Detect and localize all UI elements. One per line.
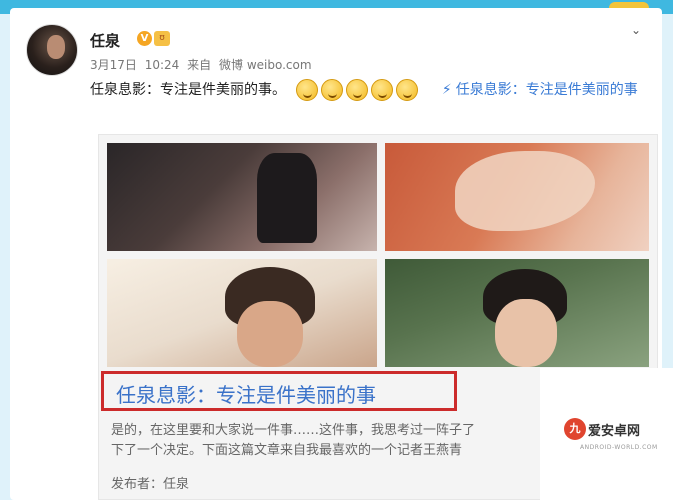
thinking-face-icon (371, 79, 394, 101)
thinking-face-icon (321, 79, 344, 101)
avatar-face (47, 35, 65, 59)
post-date: 3月17日 (90, 58, 137, 72)
thinking-face-icon (346, 79, 369, 101)
post-time[interactable]: 10:24 (145, 58, 180, 72)
article-photo-3 (107, 259, 377, 367)
post-body: 任泉息影：专注是件美丽的事。 ⚡ 任泉息影：专注是件美丽的事 (90, 78, 650, 102)
article-photo-1 (107, 143, 377, 251)
article-photo-2 (385, 143, 649, 251)
watermark-logo-icon: 九 (564, 418, 586, 440)
user-name[interactable]: 任泉 (90, 30, 120, 51)
avatar[interactable] (26, 24, 78, 76)
article-link[interactable]: 任泉息影：专注是件美丽的事 (456, 82, 638, 98)
article-publisher: 发布者：任泉 (111, 477, 190, 492)
article-title-highlight[interactable]: 任泉息影：专注是件美丽的事 (101, 371, 457, 411)
verified-icon: V (137, 31, 152, 46)
article-excerpt: 是的，在这里要和大家说一件事……这件事，我思考过一阵子了 下了一个决定。下面这篇… (111, 421, 551, 461)
thinking-face-icon (396, 79, 419, 101)
post-meta: 3月17日 10:24 来自 微博 weibo.com (90, 56, 316, 73)
emoji-group (296, 78, 421, 102)
post-text: 任泉息影：专注是件美丽的事。 (90, 82, 286, 98)
watermark-text: 爱安卓网 (588, 424, 641, 439)
member-crown-icon: ʊ (154, 31, 170, 46)
watermark-subtext: ANDROID-WORLD.COM (580, 444, 658, 451)
link-bolt-icon: ⚡ (441, 82, 452, 98)
excerpt-line-1: 是的，在这里要和大家说一件事……这件事，我思考过一阵子了 (111, 423, 476, 438)
site-watermark: 九 爱安卓网 ANDROID-WORLD.COM (540, 368, 673, 500)
article-photo-4 (385, 259, 649, 367)
article-title[interactable]: 任泉息影：专注是件美丽的事 (116, 379, 376, 408)
chevron-down-icon[interactable]: ⌄ (628, 22, 644, 38)
excerpt-line-2: 下了一个决定。下面这篇文章来自我最喜欢的一个记者王燕青 (111, 443, 463, 458)
post-source-prefix: 来自 (187, 58, 212, 72)
post-source[interactable]: 微博 weibo.com (219, 58, 312, 72)
thinking-face-icon (296, 79, 319, 101)
